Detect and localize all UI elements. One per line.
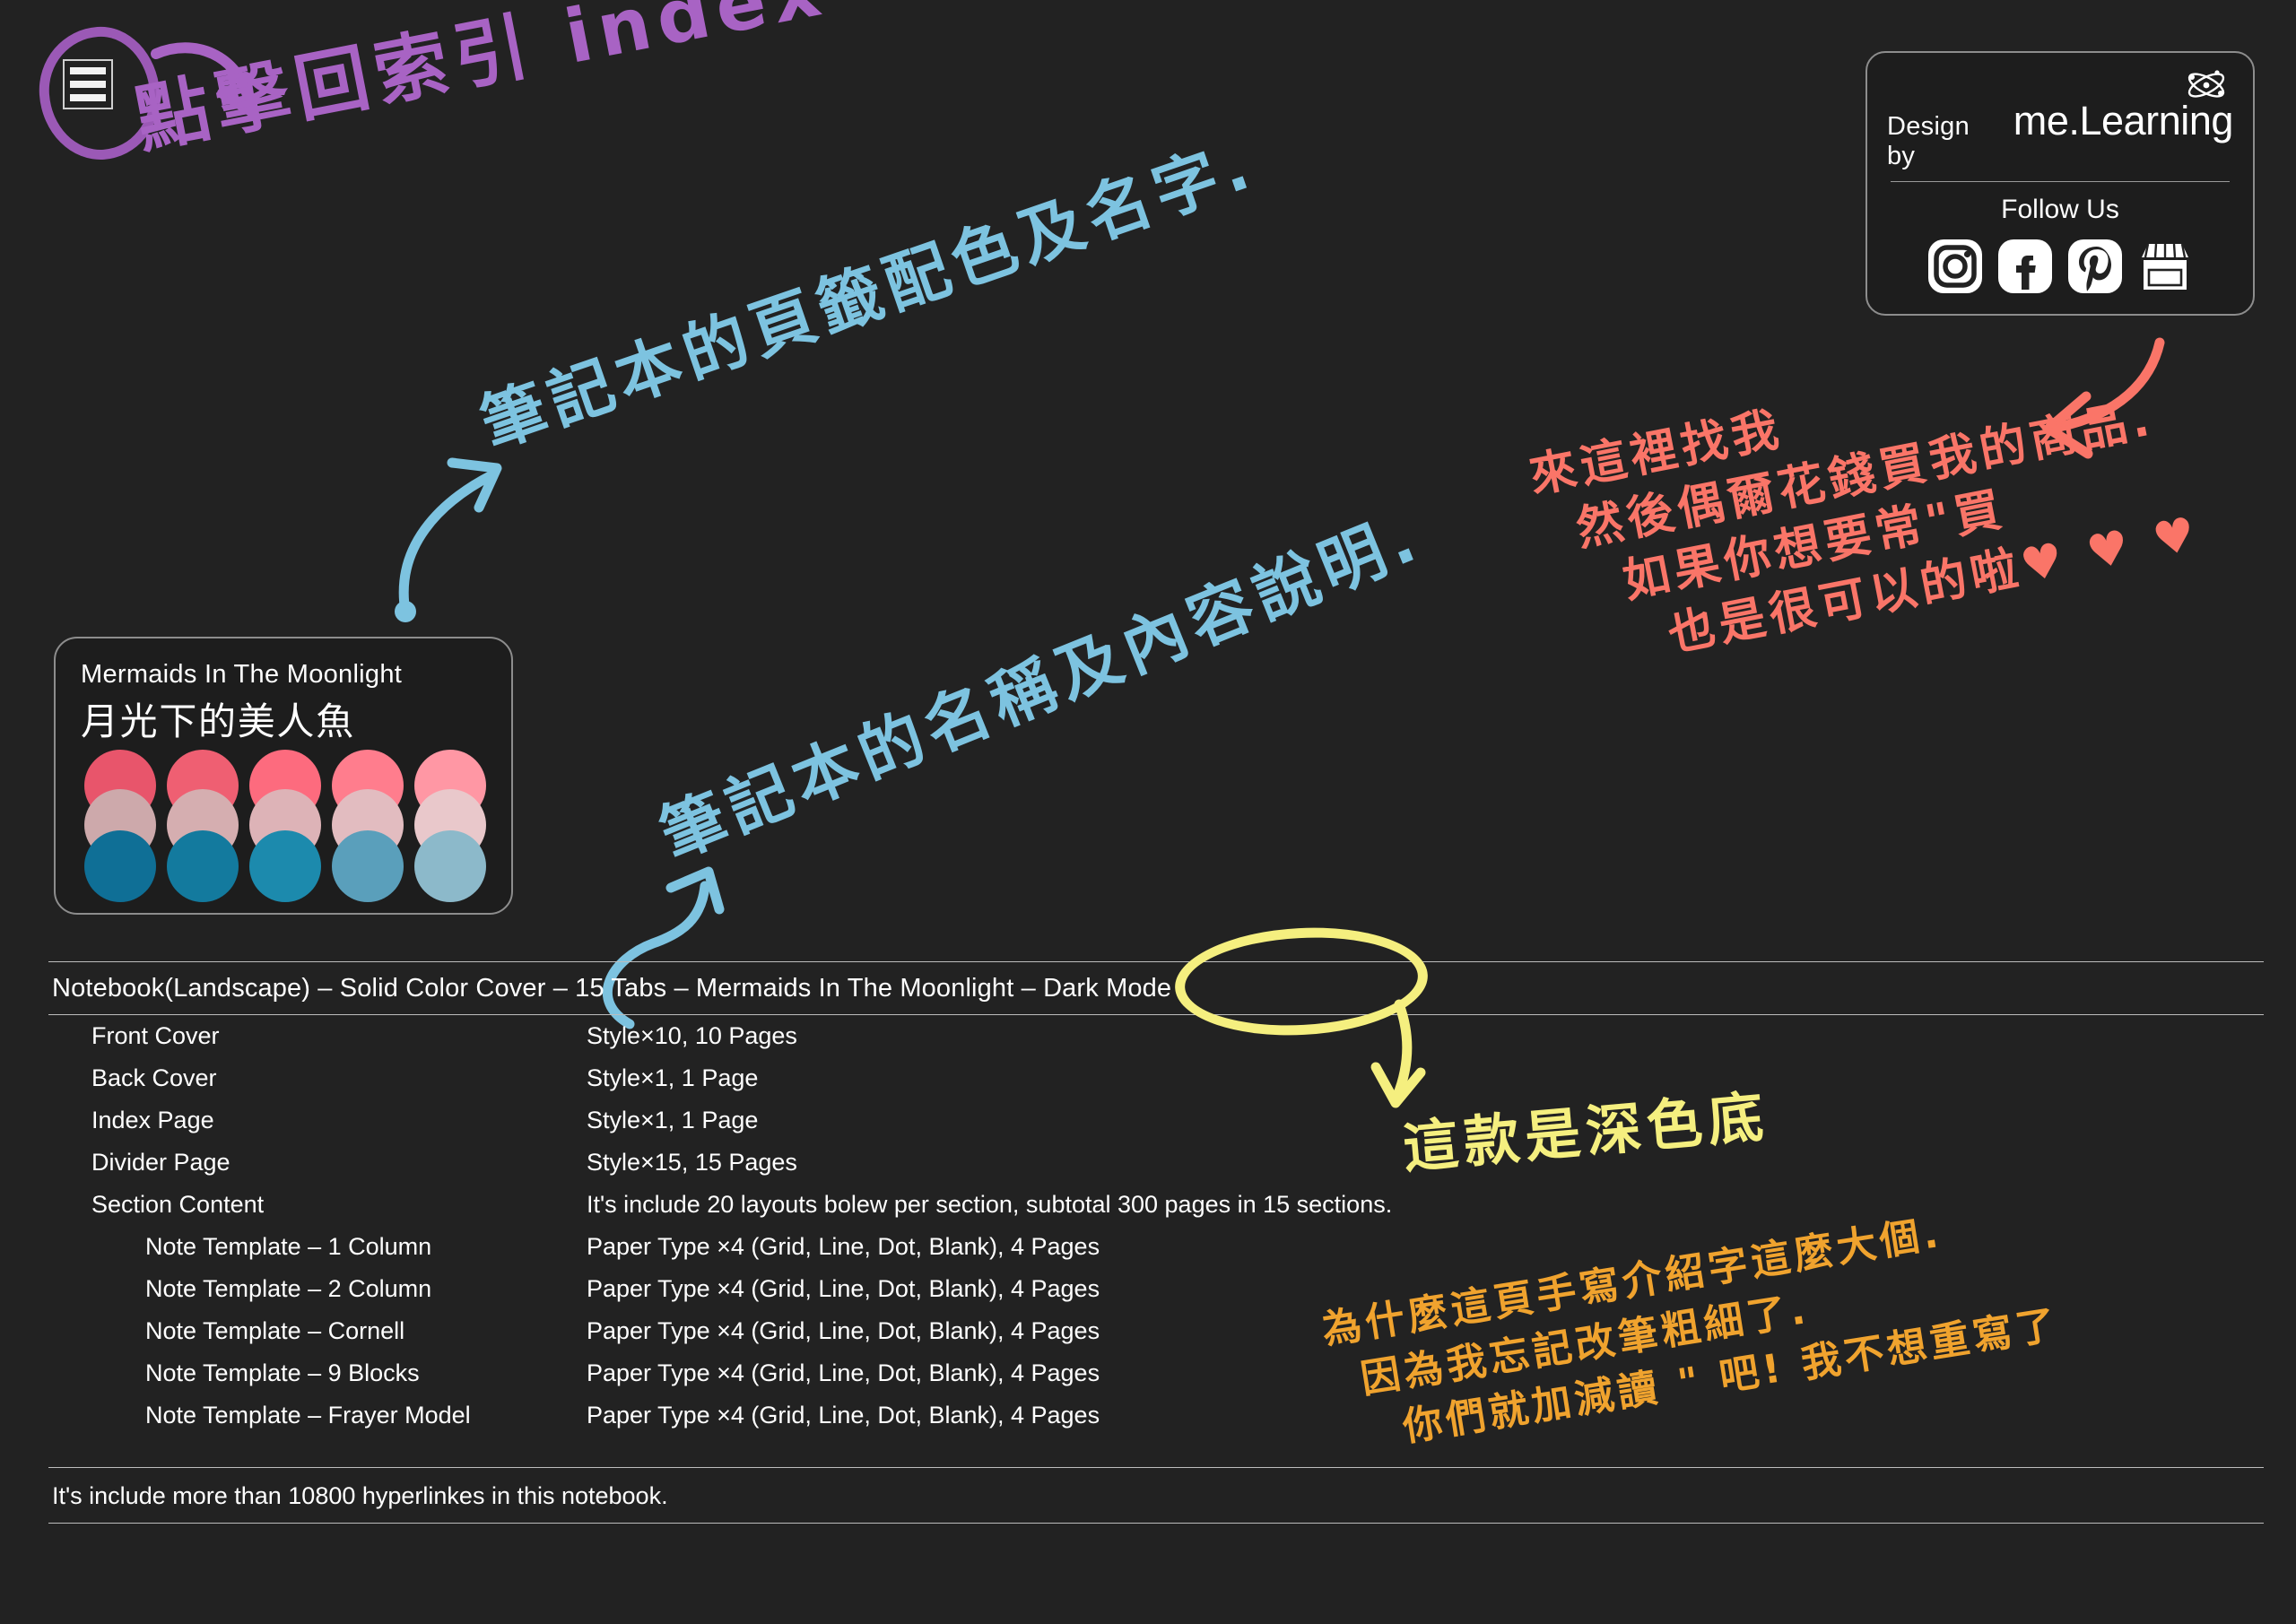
palette-swatch-column: [84, 750, 156, 904]
spec-row-name: Note Template – 9 Blocks: [145, 1359, 420, 1386]
spec-rule-bottom: [48, 1523, 2264, 1524]
spec-row-name: Note Template – 2 Column: [145, 1275, 432, 1302]
brand-card: Design by me.Learning Follow Us: [1866, 51, 2255, 316]
spec-row-value: Paper Type ×4 (Grid, Line, Dot, Blank), …: [587, 1359, 1100, 1386]
annotation-index-note: 點擊回索引 index: [128, 0, 835, 164]
spec-row: Front Cover Style×10, 10 Pages: [48, 1015, 2264, 1057]
spec-table: Notebook(Landscape) – Solid Color Cover …: [48, 961, 2264, 1524]
pinterest-icon[interactable]: [2066, 238, 2124, 295]
spec-row: Note Template – Frayer Model Paper Type ×…: [48, 1394, 2264, 1437]
spec-row-value: It's include 20 layouts bolew per sectio…: [587, 1191, 1393, 1218]
spec-row: Back Cover Style×1, 1 Page: [48, 1057, 2264, 1099]
spec-row-value: Style×1, 1 Page: [587, 1107, 759, 1133]
hamburger-menu-icon[interactable]: [63, 59, 113, 109]
spec-title: Notebook(Landscape) – Solid Color Cover …: [52, 974, 1172, 1003]
palette-title-english: Mermaids In The Moonlight: [81, 660, 403, 689]
spec-row-name: Back Cover: [91, 1064, 217, 1091]
spec-row: Note Template – 2 Column Paper Type ×4 (G…: [48, 1268, 2264, 1310]
spec-row: Note Template – 9 Blocks Paper Type ×4 (G…: [48, 1352, 2264, 1394]
index-button[interactable]: [35, 22, 164, 164]
instagram-icon[interactable]: [1926, 238, 1984, 295]
palette-swatch-bottom: [84, 830, 156, 902]
spec-footer: It's include more than 10800 hyperlinkes…: [52, 1482, 668, 1509]
spec-row-name: Front Cover: [91, 1022, 220, 1049]
spec-row: Divider Page Style×15, 15 Pages: [48, 1142, 2264, 1184]
spec-row-name: Note Template – Frayer Model: [145, 1402, 471, 1429]
spec-row-value: Paper Type ×4 (Grid, Line, Dot, Blank), …: [587, 1275, 1100, 1302]
pink-arrow-icon: [2043, 337, 2165, 459]
spec-row-value: Paper Type ×4 (Grid, Line, Dot, Blank), …: [587, 1317, 1100, 1344]
spec-row-value: Paper Type ×4 (Grid, Line, Dot, Blank), …: [587, 1402, 1100, 1429]
spec-row-value: Style×10, 10 Pages: [587, 1022, 797, 1049]
spec-row-name: Divider Page: [91, 1149, 230, 1176]
spec-row: Index Page Style×1, 1 Page: [48, 1099, 2264, 1142]
spec-row-name: Section Content: [91, 1191, 265, 1218]
spec-row-value: Style×15, 15 Pages: [587, 1149, 797, 1176]
spec-row-name: Note Template – Cornell: [145, 1317, 405, 1344]
palette-swatch-column: [414, 750, 486, 904]
palette-swatch-bottom: [414, 830, 486, 902]
brand-headline: Design by me.Learning: [1887, 65, 2233, 171]
spec-row-value: Paper Type ×4 (Grid, Line, Dot, Blank), …: [587, 1233, 1100, 1260]
social-links: [1887, 238, 2233, 295]
annotation-shop-note-line-1: 來這裡找我: [1525, 402, 1787, 504]
annotation-notebook-name-note: 筆記本的名稱及內容說明.: [649, 499, 1431, 873]
blue-arrow-1-icon: [395, 457, 502, 622]
spec-rows: Front Cover Style×10, 10 Pages Back Cover S…: [48, 1015, 2264, 1437]
atom-icon: [2187, 70, 2225, 98]
spec-row-value: Style×1, 1 Page: [587, 1064, 759, 1091]
palette-title-chinese: 月光下的美人魚: [81, 700, 355, 743]
page-root: 點擊回索引 index 筆記本的頁籤配色及名字. 筆記本的名稱及內容說明. 來這…: [0, 0, 2296, 1624]
follow-us-label: Follow Us: [2001, 195, 2119, 224]
palette-swatch-bottom: [249, 830, 321, 902]
annotation-shop-note-line-4: 也是很可以的啦♥ ♥ ♥: [1664, 506, 2205, 663]
annotation-shop-note-line-2: 然後偶爾花錢買我的商品.: [1571, 391, 2159, 557]
annotation-shop-note-line-3: 如果你想要常"買: [1618, 482, 2011, 610]
spec-row: Note Template – Cornell Paper Type ×4 (Gr…: [48, 1310, 2264, 1352]
palette-swatch-bottom: [167, 830, 239, 902]
annotation-shop-note: 來這裡找我 然後偶爾花錢買我的商品. 如果你想要常"買 也是很可以的啦♥ ♥ ♥: [1525, 326, 2205, 687]
palette-swatch-column: [332, 750, 404, 904]
spec-row: Note Template – 1 Column Paper Type ×4 (G…: [48, 1226, 2264, 1268]
palette-card: Mermaids In The Moonlight 月光下的美人魚: [54, 637, 513, 915]
spec-row: Section Content It's include 20 layouts b…: [48, 1184, 2264, 1226]
palette-swatch-bottom: [332, 830, 404, 902]
storefront-icon[interactable]: [2136, 238, 2194, 295]
palette-swatch-column: [249, 750, 321, 904]
purple-arrow-icon: [151, 42, 257, 117]
brand-divider: [1891, 181, 2230, 182]
design-by-label: Design by: [1887, 112, 1970, 170]
spec-row-name: Index Page: [91, 1107, 214, 1133]
annotation-tab-colors-note: 筆記本的頁籤配色及名字.: [471, 126, 1265, 463]
palette-swatch-column: [167, 750, 239, 904]
palette-swatch-row: [84, 750, 486, 904]
spec-row-name: Note Template – 1 Column: [145, 1233, 432, 1260]
facebook-icon[interactable]: [1996, 238, 2054, 295]
